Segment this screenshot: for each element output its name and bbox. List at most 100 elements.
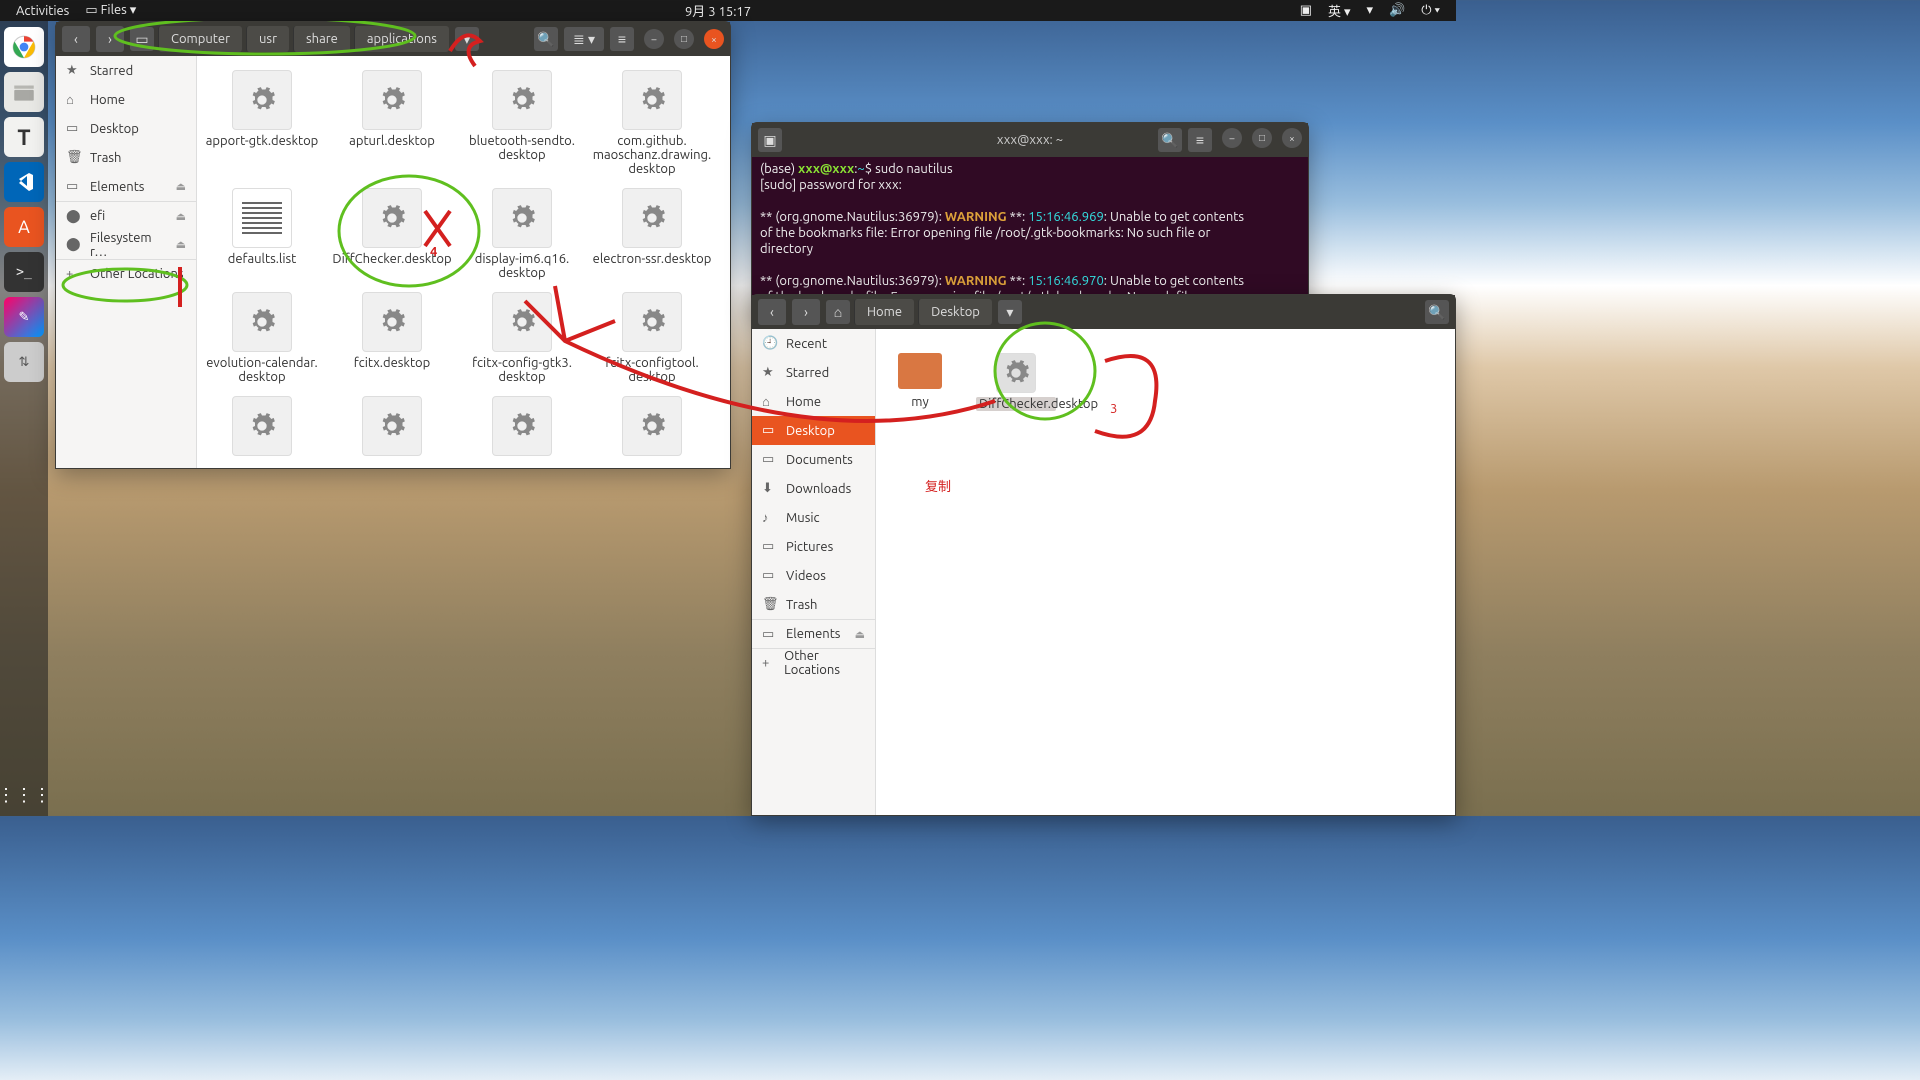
sidebar-item-other-locations[interactable]: +Other Locations	[752, 648, 875, 677]
maximize-button[interactable]: □	[674, 29, 694, 49]
file-item[interactable]	[197, 392, 327, 464]
sidebar-item-pictures[interactable]: ▭Pictures	[752, 532, 875, 561]
sidebar-item-home[interactable]: ⌂Home	[56, 85, 196, 114]
terminal-title: xxx@xxx: ~	[997, 133, 1063, 147]
sidebar-item-documents[interactable]: ▭Documents	[752, 445, 875, 474]
back-button[interactable]: ‹	[758, 299, 786, 325]
music-icon: ♪	[762, 510, 776, 525]
sidebar-item-trash[interactable]: 🗑Trash	[752, 590, 875, 619]
screenshot-icon[interactable]: ▣	[1292, 3, 1320, 18]
places-sidebar: ★Starred⌂Home▭Desktop🗑Trash▭Elements⏏⬤ef…	[56, 56, 197, 468]
file-item[interactable]: apport-gtk.desktop	[197, 66, 327, 180]
breadcrumb-chevron[interactable]: ▾	[455, 27, 479, 51]
file-item[interactable]: defaults.list	[197, 184, 327, 284]
back-button[interactable]: ‹	[62, 26, 90, 52]
new-tab-button[interactable]: ▣	[758, 128, 782, 152]
search-button[interactable]: 🔍	[534, 27, 558, 51]
home-icon[interactable]: ⌂	[826, 300, 850, 324]
eject-icon[interactable]: ⏏	[176, 238, 186, 251]
forward-button[interactable]: ›	[792, 299, 820, 325]
disk-icon: ⬤	[66, 209, 80, 224]
sidebar-item-filesystem-r-[interactable]: ⬤Filesystem r…⏏	[56, 230, 196, 259]
sidebar-item-home[interactable]: ⌂Home	[752, 387, 875, 416]
file-item-DiffChecker.desktop[interactable]: DiffChecker.desktop	[974, 349, 1058, 415]
file-item[interactable]: bluetooth-sendto.desktop	[457, 66, 587, 180]
plus-icon: +	[66, 267, 80, 281]
terminal-search[interactable]: 🔍	[1158, 128, 1182, 152]
desktop-icon: ▭	[66, 121, 80, 136]
minimize-button[interactable]: –	[644, 29, 664, 49]
power-icon[interactable]: ⏻ ▾	[1413, 3, 1448, 18]
sidebar-item-elements[interactable]: ▭Elements⏏	[752, 619, 875, 648]
maximize-button[interactable]: □	[1252, 128, 1272, 148]
ime-indicator[interactable]: 英 ▾	[1320, 1, 1359, 20]
file-item[interactable]	[587, 392, 717, 464]
file-item[interactable]: DiffChecker.desktop	[327, 184, 457, 284]
sidebar-item-starred[interactable]: ★Starred	[752, 358, 875, 387]
file-grid[interactable]: apport-gtk.desktopapturl.desktopbluetoot…	[197, 56, 730, 468]
clock[interactable]: 9月 3 15:17	[677, 1, 759, 20]
sidebar-item-efi[interactable]: ⬤efi⏏	[56, 201, 196, 230]
sidebar-item-elements[interactable]: ▭Elements⏏	[56, 172, 196, 201]
sidebar-item-downloads[interactable]: ⬇Downloads	[752, 474, 875, 503]
close-button[interactable]: ×	[1282, 128, 1302, 148]
eject-icon[interactable]: ⏏	[176, 210, 186, 223]
sidebar-item-music[interactable]: ♪Music	[752, 503, 875, 532]
file-item[interactable]	[327, 392, 457, 464]
bookmark-icon: ▭	[762, 627, 776, 642]
close-button[interactable]: ×	[704, 29, 724, 49]
disk-icon: ⬤	[66, 237, 80, 252]
file-item[interactable]: display-im6.q16.desktop	[457, 184, 587, 284]
sidebar-item-desktop[interactable]: ▭Desktop	[56, 114, 196, 143]
dock-krita[interactable]: ✎	[4, 297, 44, 337]
forward-button[interactable]: ›	[96, 26, 124, 52]
terminal-menu[interactable]: ≡	[1188, 128, 1212, 152]
bookmark-icon: ▭	[66, 179, 80, 194]
sidebar-item-starred[interactable]: ★Starred	[56, 56, 196, 85]
breadcrumb-home[interactable]: Home	[854, 299, 914, 325]
terminal-output[interactable]: (base) xxx@xxx:~$ sudo nautilus [sudo] p…	[752, 157, 1308, 316]
activities-button[interactable]: Activities	[8, 4, 77, 18]
plus-icon: +	[762, 656, 774, 670]
breadcrumb-applications[interactable]: applications	[354, 26, 449, 52]
file-item[interactable]: fcitx-config-gtk3.desktop	[457, 288, 587, 388]
breadcrumb-computer[interactable]: Computer	[158, 26, 242, 52]
file-item[interactable]: evolution-calendar.desktop	[197, 288, 327, 388]
dock-vscode[interactable]	[4, 162, 44, 202]
dock-terminal[interactable]: >_	[4, 252, 44, 292]
path-root-icon[interactable]: ▭	[130, 27, 154, 51]
breadcrumb-usr[interactable]: usr	[246, 26, 289, 52]
file-item[interactable]	[457, 392, 587, 464]
sidebar-item-trash[interactable]: 🗑Trash	[56, 143, 196, 172]
sidebar-item-desktop[interactable]: ▭Desktop	[752, 416, 875, 445]
file-item[interactable]: apturl.desktop	[327, 66, 457, 180]
sidebar-item-recent[interactable]: 🕘Recent	[752, 329, 875, 358]
nautilus-window-applications: ‹ › ▭ Computer usr share applications ▾ …	[55, 21, 731, 469]
dock-chrome[interactable]	[4, 27, 44, 67]
files-appmenu[interactable]: ▭ Files ▾	[77, 3, 144, 18]
file-item[interactable]: com.github.maoschanz.drawing.desktop	[587, 66, 717, 180]
dock-software[interactable]: A	[4, 207, 44, 247]
file-item-my[interactable]: my	[896, 349, 944, 415]
volume-icon[interactable]: 🔊	[1381, 3, 1413, 18]
hamburger-menu[interactable]: ≡	[610, 27, 634, 51]
dl-icon: ⬇	[762, 481, 776, 496]
minimize-button[interactable]: –	[1222, 128, 1242, 148]
network-icon[interactable]: ▾	[1359, 3, 1382, 18]
dock-show-apps[interactable]: ⋮⋮⋮	[0, 785, 51, 806]
dock-files[interactable]	[4, 72, 44, 112]
file-item[interactable]: fcitx-configtool.desktop	[587, 288, 717, 388]
dock-text-editor[interactable]: T	[4, 117, 44, 157]
file-item[interactable]: fcitx.desktop	[327, 288, 457, 388]
breadcrumb-desktop[interactable]: Desktop	[918, 299, 992, 325]
search-button[interactable]: 🔍	[1425, 300, 1449, 324]
eject-icon[interactable]: ⏏	[855, 628, 865, 641]
eject-icon[interactable]: ⏏	[176, 180, 186, 193]
sidebar-item-videos[interactable]: ▭Videos	[752, 561, 875, 590]
file-item[interactable]: electron-ssr.desktop	[587, 184, 717, 284]
breadcrumb-share[interactable]: share	[293, 26, 350, 52]
breadcrumb-chevron[interactable]: ▾	[998, 300, 1022, 324]
sidebar-item-other-locations[interactable]: +Other Locations	[56, 259, 196, 288]
view-toggle[interactable]: ≣ ▾	[564, 27, 604, 51]
dock-usb[interactable]: ⇅	[4, 342, 44, 382]
